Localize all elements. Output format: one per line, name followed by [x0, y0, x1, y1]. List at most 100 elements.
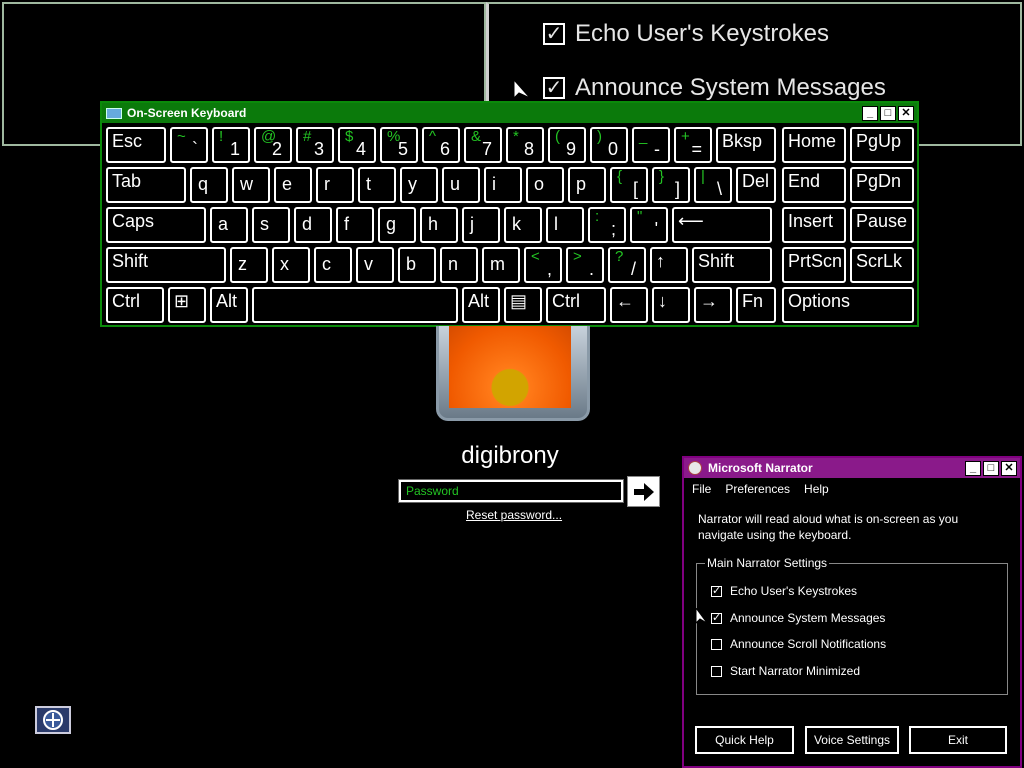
key-v[interactable]: v: [356, 247, 394, 283]
key-symbol[interactable]: * 8: [506, 127, 544, 163]
key-e[interactable]: e: [274, 167, 312, 203]
maximize-button[interactable]: □: [880, 106, 896, 121]
key-symbol[interactable]: <,: [524, 247, 562, 283]
key-insert[interactable]: Insert: [782, 207, 846, 243]
key-p[interactable]: p: [568, 167, 606, 203]
key-backspace[interactable]: Bksp: [716, 127, 776, 163]
key-page-up[interactable]: PgUp: [850, 127, 914, 163]
minimize-button[interactable]: _: [965, 461, 981, 476]
password-field[interactable]: Password: [398, 479, 624, 503]
key-right-arrow[interactable]: →: [694, 287, 732, 323]
key-page-down[interactable]: PgDn: [850, 167, 914, 203]
key-u[interactable]: u: [442, 167, 480, 203]
key-ctrl[interactable]: Ctrl: [546, 287, 606, 323]
key-end[interactable]: End: [782, 167, 846, 203]
checkbox[interactable]: ✓: [711, 585, 722, 597]
menu-file[interactable]: File: [692, 482, 711, 496]
key-s[interactable]: s: [252, 207, 290, 243]
setting-announce-scroll[interactable]: Announce Scroll Notifications: [711, 637, 886, 651]
close-button[interactable]: ✕: [898, 106, 914, 121]
submit-arrow-button[interactable]: [627, 476, 660, 507]
setting-start-minimized[interactable]: Start Narrator Minimized: [711, 664, 860, 678]
key-alt[interactable]: Alt: [462, 287, 500, 323]
quick-help-button[interactable]: Quick Help: [695, 726, 794, 754]
key-up-arrow[interactable]: ↑: [650, 247, 688, 283]
osk-title-bar[interactable]: On-Screen Keyboard: [102, 103, 917, 123]
key-r[interactable]: r: [316, 167, 354, 203]
key-fn[interactable]: Fn: [736, 287, 776, 323]
checkbox[interactable]: ✓: [711, 612, 722, 624]
key-c[interactable]: c: [314, 247, 352, 283]
key-w[interactable]: w: [232, 167, 270, 203]
menu-preferences[interactable]: Preferences: [725, 482, 790, 496]
minimize-button[interactable]: _: [862, 106, 878, 121]
key-symbol[interactable]: >.: [566, 247, 604, 283]
key-d[interactable]: d: [294, 207, 332, 243]
voice-settings-button[interactable]: Voice Settings: [805, 726, 899, 754]
key-symbol[interactable]: @2: [254, 127, 292, 163]
key-a[interactable]: a: [210, 207, 248, 243]
key-t[interactable]: t: [358, 167, 396, 203]
key-b[interactable]: b: [398, 247, 436, 283]
key-m[interactable]: m: [482, 247, 520, 283]
key-enter[interactable]: ⟵: [672, 207, 772, 243]
key-symbol[interactable]: ) 0: [590, 127, 628, 163]
maximize-button[interactable]: □: [983, 461, 999, 476]
key-symbol[interactable]: :;: [588, 207, 626, 243]
key-z[interactable]: z: [230, 247, 268, 283]
key-delete[interactable]: Del: [736, 167, 776, 203]
key-down-arrow[interactable]: ↓: [652, 287, 690, 323]
reset-password-link[interactable]: Reset password...: [466, 508, 562, 522]
key-q[interactable]: q: [190, 167, 228, 203]
key-space[interactable]: [252, 287, 458, 323]
key-symbol[interactable]: ? /: [608, 247, 646, 283]
key-symbol[interactable]: ^ 6: [422, 127, 460, 163]
key-o[interactable]: o: [526, 167, 564, 203]
setting-announce-system-messages[interactable]: ✓ Announce System Messages: [711, 611, 885, 625]
key-symbol[interactable]: _ -: [632, 127, 670, 163]
ease-of-access-button[interactable]: [35, 706, 71, 734]
key-options[interactable]: Options: [782, 287, 914, 323]
key-i[interactable]: i: [484, 167, 522, 203]
key-caps-lock[interactable]: Caps: [106, 207, 206, 243]
key-symbol[interactable]: + =: [674, 127, 712, 163]
key-f[interactable]: f: [336, 207, 374, 243]
menu-help[interactable]: Help: [804, 482, 829, 496]
key-menu[interactable]: ▤: [504, 287, 542, 323]
key-print-screen[interactable]: PrtScn: [782, 247, 846, 283]
key-symbol[interactable]: " ': [630, 207, 668, 243]
key-shift[interactable]: Shift: [106, 247, 226, 283]
key-esc[interactable]: Esc: [106, 127, 166, 163]
key-tab[interactable]: Tab: [106, 167, 186, 203]
key-scroll-lock[interactable]: ScrLk: [850, 247, 914, 283]
key-symbol[interactable]: & 7: [464, 127, 502, 163]
key-alt[interactable]: Alt: [210, 287, 248, 323]
key-n[interactable]: n: [440, 247, 478, 283]
key-left-arrow[interactable]: ←: [610, 287, 648, 323]
close-button[interactable]: ✕: [1001, 461, 1017, 476]
key-ctrl[interactable]: Ctrl: [106, 287, 164, 323]
checkbox[interactable]: [711, 638, 722, 650]
key-symbol[interactable]: $4: [338, 127, 376, 163]
key-symbol[interactable]: (9: [548, 127, 586, 163]
key-home[interactable]: Home: [782, 127, 846, 163]
key-symbol[interactable]: {[: [610, 167, 648, 203]
key-symbol[interactable]: #3: [296, 127, 334, 163]
key-x[interactable]: x: [272, 247, 310, 283]
user-tile[interactable]: [436, 326, 590, 421]
checkbox[interactable]: [711, 665, 722, 677]
key-y[interactable]: y: [400, 167, 438, 203]
exit-button[interactable]: Exit: [909, 726, 1007, 754]
key-symbol[interactable]: % 5: [380, 127, 418, 163]
key-k[interactable]: k: [504, 207, 542, 243]
key-symbol[interactable]: ! 1: [212, 127, 250, 163]
key-windows[interactable]: ⊞: [168, 287, 206, 323]
key-h[interactable]: h: [420, 207, 458, 243]
key-symbol[interactable]: ~ `: [170, 127, 208, 163]
key-pause[interactable]: Pause: [850, 207, 914, 243]
key-l[interactable]: l: [546, 207, 584, 243]
key-symbol[interactable]: }]: [652, 167, 690, 203]
key-symbol[interactable]: | \: [694, 167, 732, 203]
key-shift[interactable]: Shift: [692, 247, 772, 283]
key-j[interactable]: j: [462, 207, 500, 243]
